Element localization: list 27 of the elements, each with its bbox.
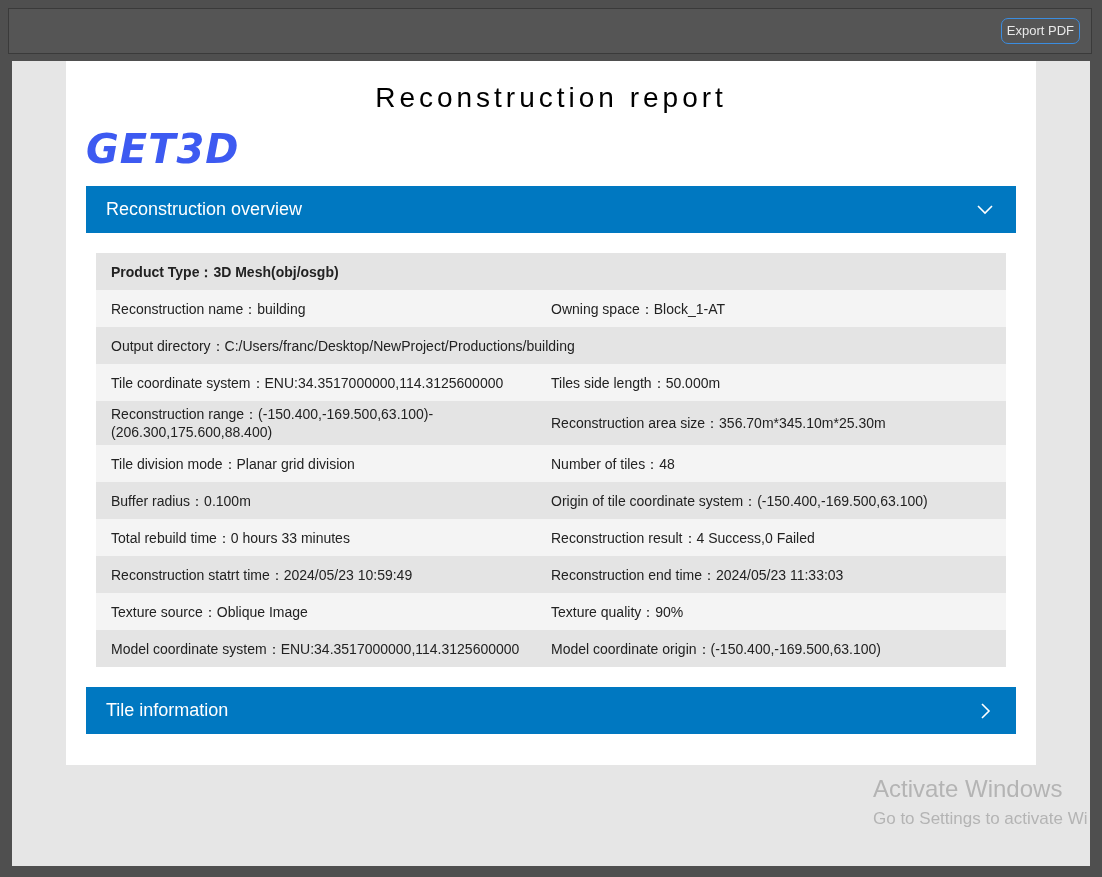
table-cell-text: Reconstruction end time：2024/05/23 11:33:03 xyxy=(551,565,845,584)
table-cell-text: Number of tiles：48 xyxy=(551,454,676,473)
table-cell-text: Texture quality：90% xyxy=(551,602,685,621)
table-cell-text: Buffer radius：0.100m xyxy=(111,491,252,510)
report-title: Reconstruction report xyxy=(375,81,727,115)
table-cell-text: Tile coordinate system：ENU:34.3517000000,114.3125600000 xyxy=(111,373,505,392)
table-cell-text: Reconstruction range：(-150.400,-169.500,63.100)-(206.300,175.600,88.400) xyxy=(111,405,435,441)
table-cell-text: Total rebuild time：0 hours 33 minutes xyxy=(111,528,351,547)
table-cell-text: Reconstruction statrt time：2024/05/23 10:59:49 xyxy=(111,565,414,584)
table-cell-text: Model coordinate origin：(-150.400,-169.500,63.100) xyxy=(551,639,882,658)
table-cell-text: Texture source：Oblique Image xyxy=(111,602,309,621)
table-cell-text: Product Type：3D Mesh(obj/osgb) xyxy=(111,262,340,281)
table-cell-text: Owning space：Block_1-AT xyxy=(551,299,727,318)
section-title: Reconstruction overview xyxy=(106,198,303,221)
logo: GET3D xyxy=(86,127,240,171)
table-cell-text: Tiles side length：50.000m xyxy=(551,373,722,392)
table-cell-text: Origin of tile coordinate system：(-150.400,-169.500,63.100) xyxy=(551,491,929,510)
table-cell-text: Output directory：C:/Users/franc/Desktop/NewProject/Productions/building xyxy=(111,336,576,355)
table-cell-text: Reconstruction result：4 Success,0 Failed xyxy=(551,528,816,547)
export-pdf-button[interactable]: Export PDF xyxy=(1000,18,1080,44)
table-cell-text: Model coordinate system：ENU:34.3517000000,114.3125600000 xyxy=(111,639,521,658)
table-cell-text: Reconstruction name：building xyxy=(111,299,307,318)
section-header[interactable]: Tile information xyxy=(86,687,1016,734)
table-cell-text: Reconstruction area size：356.70m*345.10m*25.30m xyxy=(551,414,887,432)
section-header[interactable]: Reconstruction overview xyxy=(86,186,1016,233)
table-cell-text: Tile division mode：Planar grid division xyxy=(111,454,356,473)
section-title: Tile information xyxy=(106,699,229,722)
